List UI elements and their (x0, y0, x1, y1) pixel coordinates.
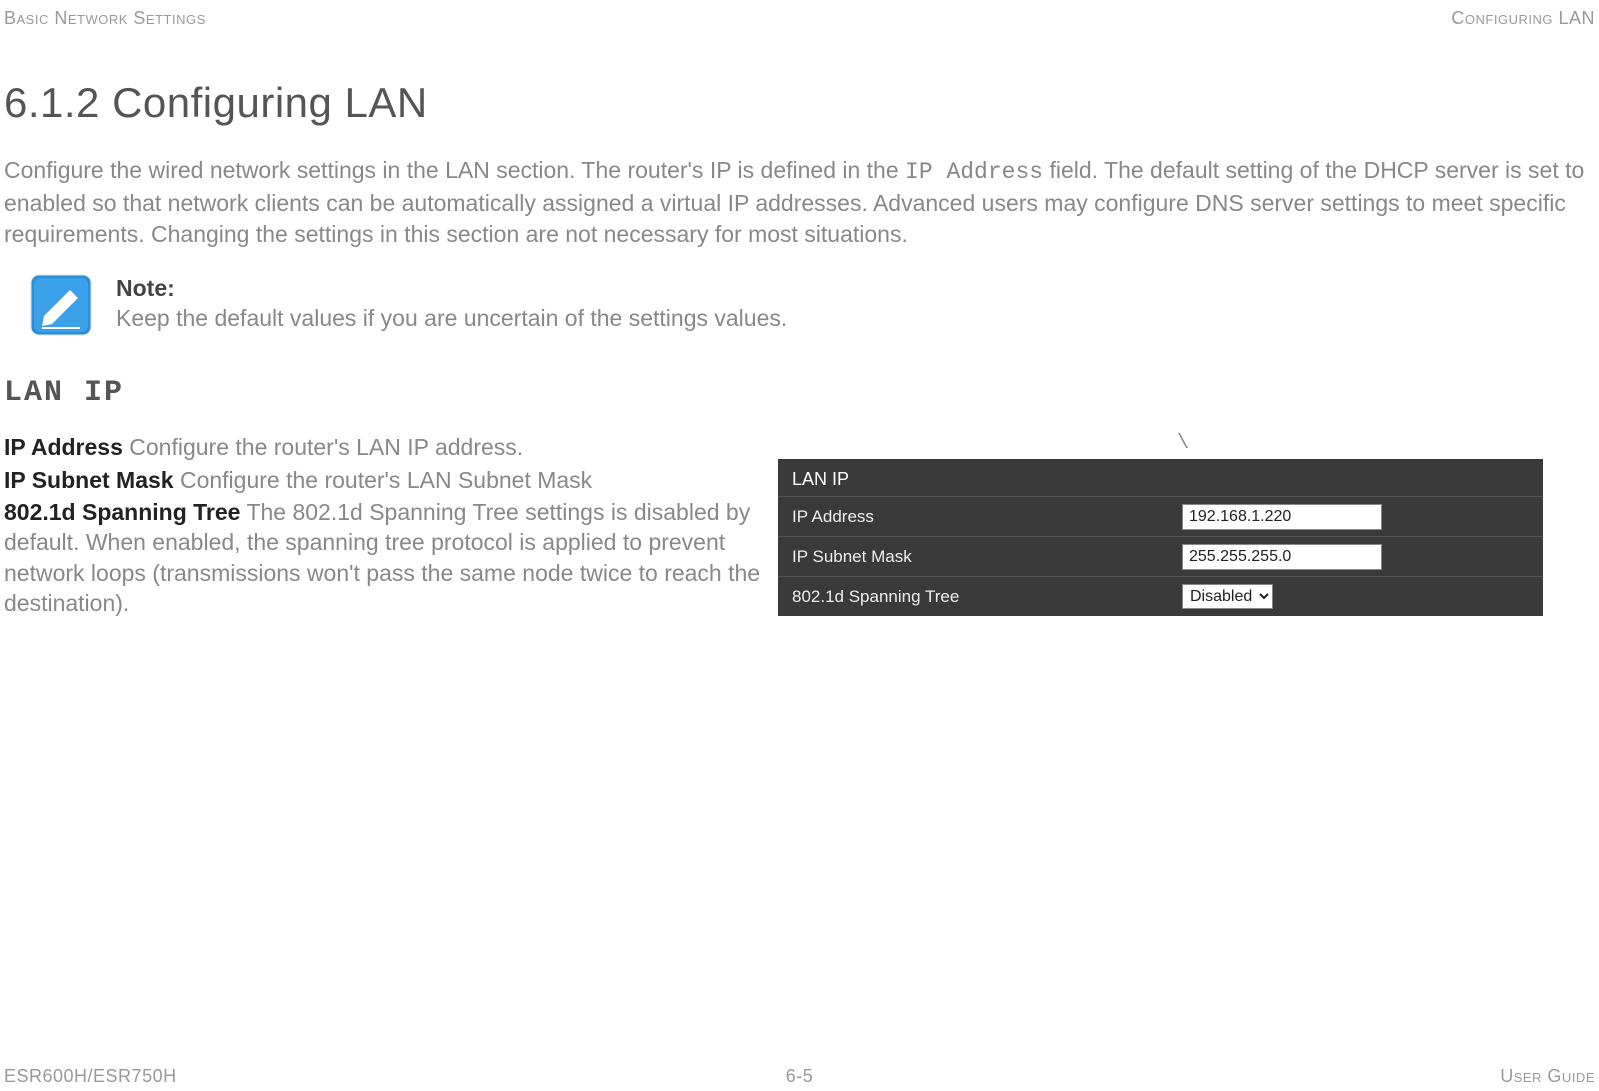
footer-guide-label: User Guide (1500, 1066, 1595, 1087)
note-icon (30, 274, 92, 336)
footer-page-number: 6-5 (786, 1066, 814, 1087)
page-footer: ESR600H/ESR750H 6-5 User Guide (4, 1066, 1595, 1087)
spanning-tree-select[interactable]: Disabled (1182, 584, 1273, 609)
definitions-list: IP Address Configure the router's LAN IP… (4, 432, 764, 620)
definition-term: IP Address (4, 434, 123, 460)
panel-row-ip-address: IP Address (778, 496, 1543, 536)
definition-spanning-tree: 802.1d Spanning Tree The 802.1d Spanning… (4, 497, 764, 618)
definition-subnet-mask: IP Subnet Mask Configure the router's LA… (4, 465, 764, 495)
footer-model: ESR600H/ESR750H (4, 1066, 177, 1087)
screenshot-area: \ LAN IP IP Address IP Subnet Mask 802.1… (778, 432, 1588, 616)
ip-address-input[interactable] (1182, 504, 1382, 530)
note-text-container: Note: Keep the default values if you are… (116, 274, 787, 334)
panel-label-stp: 802.1d Spanning Tree (792, 587, 1182, 607)
panel-label-mask: IP Subnet Mask (792, 547, 1182, 567)
subnet-mask-input[interactable] (1182, 544, 1382, 570)
content-row: IP Address Configure the router's LAN IP… (4, 432, 1595, 620)
definition-ip-address: IP Address Configure the router's LAN IP… (4, 432, 764, 462)
panel-label-ip: IP Address (792, 507, 1182, 527)
page-header: Basic Network Settings Configuring LAN (0, 0, 1599, 29)
panel-title: LAN IP (778, 459, 1543, 496)
intro-code: IP Address (905, 159, 1043, 185)
definition-term: IP Subnet Mask (4, 467, 174, 493)
intro-text-part1: Configure the wired network settings in … (4, 157, 905, 183)
note-label: Note: (116, 274, 787, 304)
definition-desc: Configure the router's LAN IP address. (123, 434, 523, 460)
intro-paragraph: Configure the wired network settings in … (4, 155, 1595, 250)
stray-backslash: \ (778, 432, 1588, 455)
lan-ip-panel: LAN IP IP Address IP Subnet Mask 802.1d … (778, 459, 1543, 616)
header-breadcrumb-left: Basic Network Settings (4, 8, 206, 29)
panel-row-subnet-mask: IP Subnet Mask (778, 536, 1543, 576)
header-breadcrumb-right: Configuring LAN (1451, 8, 1595, 29)
panel-row-spanning-tree: 802.1d Spanning Tree Disabled (778, 576, 1543, 616)
note-body: Keep the default values if you are uncer… (116, 305, 787, 331)
definition-desc: Configure the router's LAN Subnet Mask (174, 467, 593, 493)
note-block: Note: Keep the default values if you are… (30, 274, 1595, 336)
section-heading-lan-ip: LAN IP (4, 376, 1595, 410)
page-title: 6.1.2 Configuring LAN (4, 79, 1595, 127)
definition-term: 802.1d Spanning Tree (4, 499, 240, 525)
